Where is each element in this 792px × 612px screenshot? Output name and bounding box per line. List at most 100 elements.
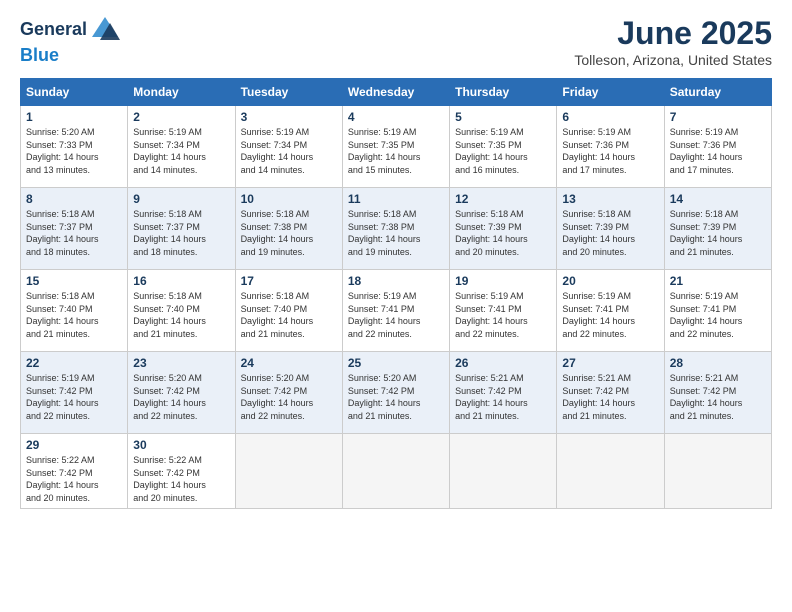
day-number: 22: [26, 356, 122, 370]
day-number: 14: [670, 192, 766, 206]
col-monday: Monday: [128, 79, 235, 106]
col-tuesday: Tuesday: [235, 79, 342, 106]
day-number: 16: [133, 274, 229, 288]
day-number: 21: [670, 274, 766, 288]
day-number: 2: [133, 110, 229, 124]
table-row: 13 Sunrise: 5:18 AMSunset: 7:39 PMDayligh…: [557, 188, 664, 270]
day-info: Sunrise: 5:18 AMSunset: 7:37 PMDaylight:…: [26, 208, 122, 258]
day-number: 29: [26, 438, 122, 452]
table-row: [342, 434, 449, 509]
day-number: 30: [133, 438, 229, 452]
day-info: Sunrise: 5:19 AMSunset: 7:42 PMDaylight:…: [26, 372, 122, 422]
calendar-week-row: 15 Sunrise: 5:18 AMSunset: 7:40 PMDayligh…: [21, 270, 772, 352]
day-info: Sunrise: 5:20 AMSunset: 7:42 PMDaylight:…: [348, 372, 444, 422]
day-info: Sunrise: 5:19 AMSunset: 7:35 PMDaylight:…: [455, 126, 551, 176]
table-row: 20Sunrise: 5:19 AMSunset: 7:41 PMDayligh…: [557, 270, 664, 352]
table-row: 18 Sunrise: 5:19 AMSunset: 7:41 PMDayligh…: [342, 270, 449, 352]
day-number: 27: [562, 356, 658, 370]
calendar-header-row: Sunday Monday Tuesday Wednesday Thursday…: [21, 79, 772, 106]
day-info: Sunrise: 5:18 AMSunset: 7:37 PMDaylight:…: [133, 208, 229, 258]
day-number: 18: [348, 274, 444, 288]
day-number: 7: [670, 110, 766, 124]
table-row: [450, 434, 557, 509]
day-info: Sunrise: 5:19 AMSunset: 7:34 PMDaylight:…: [133, 126, 229, 176]
table-row: 12 Sunrise: 5:18 AMSunset: 7:39 PMDayligh…: [450, 188, 557, 270]
day-number: 5: [455, 110, 551, 124]
logo-line1: General: [20, 20, 87, 40]
day-info: Sunrise: 5:21 AMSunset: 7:42 PMDaylight:…: [670, 372, 766, 422]
calendar-week-row: 22 Sunrise: 5:19 AMSunset: 7:42 PMDayligh…: [21, 352, 772, 434]
day-number: 8: [26, 192, 122, 206]
day-info: Sunrise: 5:18 AMSunset: 7:38 PMDaylight:…: [241, 208, 337, 258]
table-row: 24 Sunrise: 5:20 AMSunset: 7:42 PMDayligh…: [235, 352, 342, 434]
table-row: 8 Sunrise: 5:18 AMSunset: 7:37 PMDaylight…: [21, 188, 128, 270]
header: General Blue June 2025 Tolleson, Arizona…: [20, 15, 772, 68]
table-row: 3Sunrise: 5:19 AMSunset: 7:34 PMDaylight…: [235, 106, 342, 188]
table-row: 10 Sunrise: 5:18 AMSunset: 7:38 PMDayligh…: [235, 188, 342, 270]
table-row: 25 Sunrise: 5:20 AMSunset: 7:42 PMDayligh…: [342, 352, 449, 434]
table-row: 19 Sunrise: 5:19 AMSunset: 7:41 PMDayligh…: [450, 270, 557, 352]
day-info: Sunrise: 5:18 AMSunset: 7:39 PMDaylight:…: [562, 208, 658, 258]
day-number: 4: [348, 110, 444, 124]
day-info: Sunrise: 5:22 AMSunset: 7:42 PMDaylight:…: [133, 454, 229, 504]
day-number: 3: [241, 110, 337, 124]
day-info: Sunrise: 5:18 AMSunset: 7:40 PMDaylight:…: [133, 290, 229, 340]
calendar: Sunday Monday Tuesday Wednesday Thursday…: [20, 78, 772, 509]
main-title: June 2025: [574, 15, 772, 52]
day-info: Sunrise: 5:19 AMSunset: 7:41 PMDaylight:…: [348, 290, 444, 340]
table-row: 16 Sunrise: 5:18 AMSunset: 7:40 PMDayligh…: [128, 270, 235, 352]
table-row: 4 Sunrise: 5:19 AMSunset: 7:35 PMDaylight…: [342, 106, 449, 188]
table-row: 29 Sunrise: 5:22 AMSunset: 7:42 PMDayligh…: [21, 434, 128, 509]
subtitle: Tolleson, Arizona, United States: [574, 52, 772, 68]
table-row: 5 Sunrise: 5:19 AMSunset: 7:35 PMDaylight…: [450, 106, 557, 188]
day-info: Sunrise: 5:21 AMSunset: 7:42 PMDaylight:…: [455, 372, 551, 422]
day-info: Sunrise: 5:20 AMSunset: 7:42 PMDaylight:…: [241, 372, 337, 422]
col-sunday: Sunday: [21, 79, 128, 106]
table-row: 15 Sunrise: 5:18 AMSunset: 7:40 PMDayligh…: [21, 270, 128, 352]
day-number: 28: [670, 356, 766, 370]
day-number: 19: [455, 274, 551, 288]
day-number: 15: [26, 274, 122, 288]
day-number: 12: [455, 192, 551, 206]
table-row: 9Sunrise: 5:18 AMSunset: 7:37 PMDaylight…: [128, 188, 235, 270]
day-number: 25: [348, 356, 444, 370]
calendar-week-row: 8 Sunrise: 5:18 AMSunset: 7:37 PMDaylight…: [21, 188, 772, 270]
day-info: Sunrise: 5:19 AMSunset: 7:41 PMDaylight:…: [455, 290, 551, 340]
table-row: 22 Sunrise: 5:19 AMSunset: 7:42 PMDayligh…: [21, 352, 128, 434]
day-info: Sunrise: 5:18 AMSunset: 7:39 PMDaylight:…: [455, 208, 551, 258]
logo-line2: Blue: [20, 45, 120, 66]
day-number: 10: [241, 192, 337, 206]
day-number: 24: [241, 356, 337, 370]
day-info: Sunrise: 5:20 AMSunset: 7:33 PMDaylight:…: [26, 126, 122, 176]
table-row: 7 Sunrise: 5:19 AMSunset: 7:36 PMDaylight…: [664, 106, 771, 188]
day-number: 26: [455, 356, 551, 370]
table-row: [557, 434, 664, 509]
table-row: 2 Sunrise: 5:19 AMSunset: 7:34 PMDaylight…: [128, 106, 235, 188]
table-row: 11Sunrise: 5:18 AMSunset: 7:38 PMDayligh…: [342, 188, 449, 270]
table-row: 28 Sunrise: 5:21 AMSunset: 7:42 PMDayligh…: [664, 352, 771, 434]
day-number: 1: [26, 110, 122, 124]
logo: General Blue: [20, 15, 120, 66]
day-info: Sunrise: 5:22 AMSunset: 7:42 PMDaylight:…: [26, 454, 122, 504]
table-row: [235, 434, 342, 509]
day-number: 13: [562, 192, 658, 206]
table-row: 14Sunrise: 5:18 AMSunset: 7:39 PMDayligh…: [664, 188, 771, 270]
col-wednesday: Wednesday: [342, 79, 449, 106]
day-info: Sunrise: 5:19 AMSunset: 7:36 PMDaylight:…: [670, 126, 766, 176]
day-info: Sunrise: 5:18 AMSunset: 7:40 PMDaylight:…: [26, 290, 122, 340]
day-number: 23: [133, 356, 229, 370]
table-row: 23Sunrise: 5:20 AMSunset: 7:42 PMDayligh…: [128, 352, 235, 434]
day-info: Sunrise: 5:21 AMSunset: 7:42 PMDaylight:…: [562, 372, 658, 422]
table-row: [664, 434, 771, 509]
title-section: June 2025 Tolleson, Arizona, United Stat…: [574, 15, 772, 68]
col-thursday: Thursday: [450, 79, 557, 106]
day-number: 6: [562, 110, 658, 124]
day-info: Sunrise: 5:19 AMSunset: 7:35 PMDaylight:…: [348, 126, 444, 176]
day-number: 11: [348, 192, 444, 206]
col-saturday: Saturday: [664, 79, 771, 106]
day-info: Sunrise: 5:19 AMSunset: 7:41 PMDaylight:…: [670, 290, 766, 340]
day-info: Sunrise: 5:18 AMSunset: 7:40 PMDaylight:…: [241, 290, 337, 340]
day-number: 17: [241, 274, 337, 288]
day-info: Sunrise: 5:19 AMSunset: 7:41 PMDaylight:…: [562, 290, 658, 340]
page: General Blue June 2025 Tolleson, Arizona…: [0, 0, 792, 612]
